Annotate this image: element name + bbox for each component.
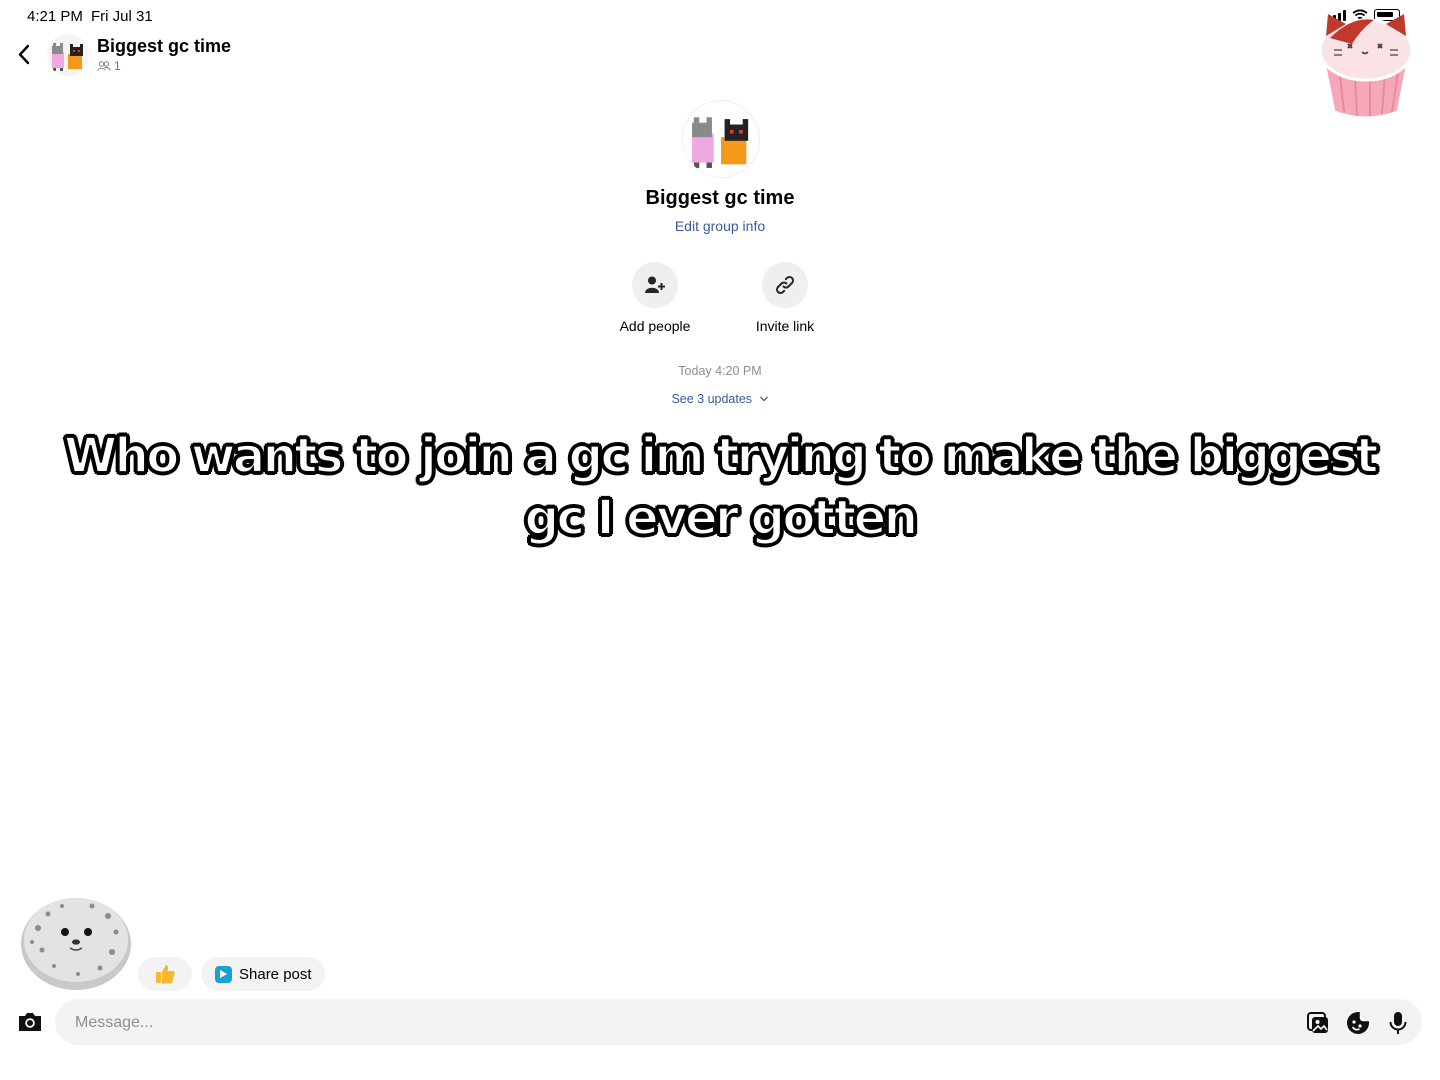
message-input[interactable] xyxy=(73,999,1277,1047)
status-bar: 4:21 PM Fri Jul 31 xyxy=(0,0,1440,34)
invite-link-circle[interactable] xyxy=(762,262,808,308)
invite-link-button[interactable]: Invite link xyxy=(725,262,845,334)
invite-link-label: Invite link xyxy=(755,318,815,334)
add-people-circle[interactable] xyxy=(632,262,678,308)
thumbs-up-button[interactable] xyxy=(138,957,192,991)
pixel-cats-icon xyxy=(52,43,83,71)
see-updates-link[interactable]: See 3 updates xyxy=(671,392,768,406)
play-icon xyxy=(215,965,232,983)
see-updates-wrap: See 3 updates xyxy=(0,392,1440,406)
group-title: Biggest gc time xyxy=(645,187,795,209)
group-avatar[interactable] xyxy=(47,34,89,76)
edit-group-info-link[interactable]: Edit group info xyxy=(675,218,765,234)
gallery-button[interactable] xyxy=(1305,1010,1331,1036)
thumbs-up-icon xyxy=(156,965,175,984)
cat-cupcake-sticker xyxy=(1312,8,1420,120)
back-button[interactable] xyxy=(12,40,38,70)
status-date: Fri Jul 31 xyxy=(91,8,153,25)
sticker-button[interactable] xyxy=(1345,1010,1371,1036)
pixel-cats-icon xyxy=(692,117,749,168)
see-updates-label: See 3 updates xyxy=(671,392,753,406)
add-people-button[interactable]: Add people xyxy=(595,262,715,334)
camera-icon xyxy=(19,1013,41,1031)
thread-timestamp: Today 4:20 PM xyxy=(678,364,762,378)
chevron-down-icon xyxy=(759,396,768,402)
member-count: 1 xyxy=(97,59,121,73)
message-composer xyxy=(0,999,1440,1047)
microphone-icon xyxy=(1389,1012,1407,1034)
status-time: 4:21 PM xyxy=(27,8,83,25)
message-field[interactable] xyxy=(55,999,1422,1047)
camera-button[interactable] xyxy=(16,1009,44,1035)
link-icon xyxy=(775,275,795,295)
member-count-value: 1 xyxy=(114,59,121,73)
header-title[interactable]: Biggest gc time xyxy=(97,36,231,57)
people-icon xyxy=(97,61,111,71)
microphone-button[interactable] xyxy=(1385,1010,1411,1036)
chat-header: Biggest gc time 1 xyxy=(0,34,1440,84)
overlay-caption: Who wants to join a gc im trying to make… xyxy=(63,427,1379,547)
share-post-label: Share post xyxy=(239,965,312,983)
share-post-button[interactable]: Share post xyxy=(201,957,325,991)
add-people-label: Add people xyxy=(619,318,691,334)
gallery-icon xyxy=(1307,1012,1328,1033)
group-profile-avatar[interactable] xyxy=(682,100,760,178)
seal-plush-sticker xyxy=(18,888,134,992)
edit-group-info-wrap: Edit group info xyxy=(0,218,1440,234)
back-chevron-icon xyxy=(18,44,30,65)
add-person-icon xyxy=(645,276,665,293)
sticker-icon xyxy=(1347,1012,1369,1034)
